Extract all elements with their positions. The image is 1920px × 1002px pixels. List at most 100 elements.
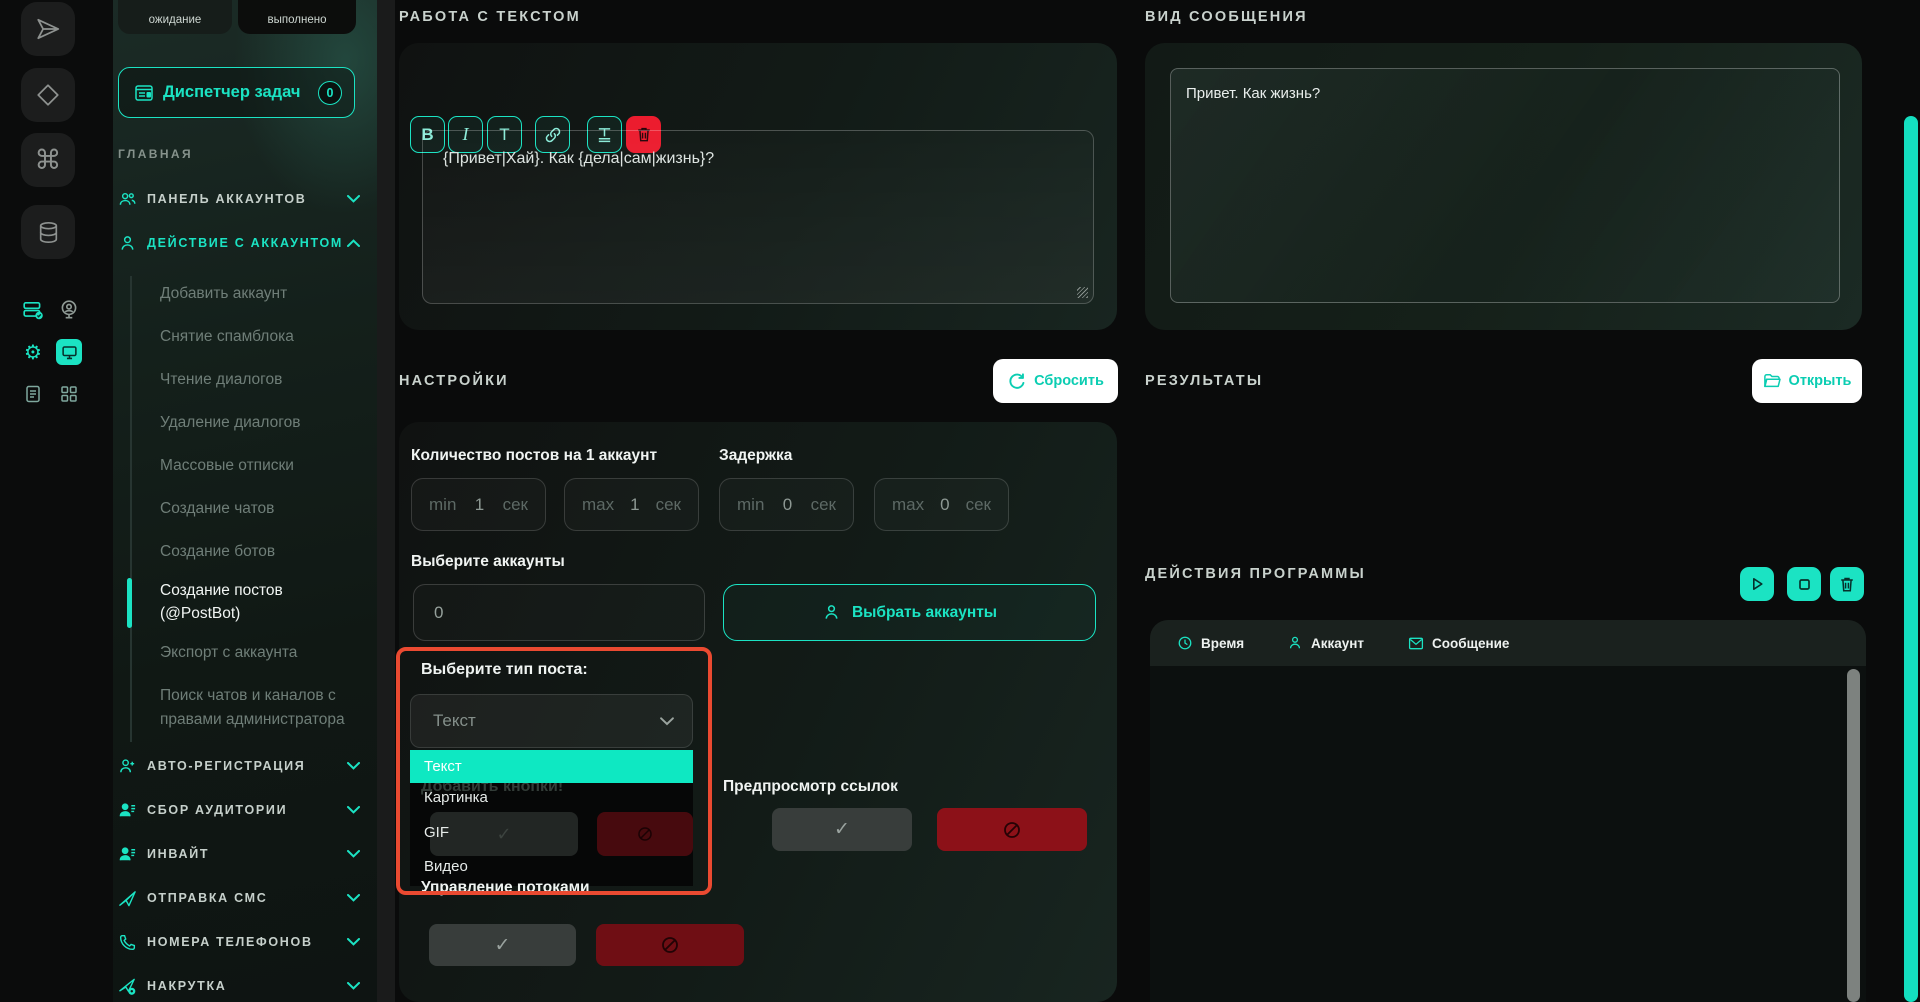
status-card-waiting[interactable]: ожидание [118,0,232,34]
submenu-item-add-account[interactable]: Добавить аккаунт [160,282,372,306]
input-value: 1 [630,495,639,515]
spintax-text: {Привет|Хай}. Как {дела|сам|жизнь}? [443,150,714,167]
page-scrollbar[interactable] [1904,116,1918,1002]
message-view-title: ВИД СООБЩЕНИЯ [1145,9,1308,25]
submenu-item-create-posts[interactable]: Создание постов (@PostBot) [160,579,335,625]
stop-icon [1797,577,1812,592]
submenu-item-spamblock[interactable]: Снятие спамблока [160,325,372,349]
folder-icon [1763,373,1781,389]
column-label: Аккаунт [1311,636,1364,651]
submenu-item-create-chats[interactable]: Создание чатов [160,497,372,521]
results-title: РЕЗУЛЬТАТЫ [1145,373,1263,389]
link-preview-off-button[interactable] [937,808,1087,851]
grid-icon[interactable] [56,381,82,407]
task-manager-button[interactable]: Диспетчер задач 0 [118,67,355,118]
sidebar-item-phone-numbers[interactable]: НОМЕРА ТЕЛЕФОНОВ [118,930,360,954]
text-work-card: B I T {Привет|Хай}. Как {дела|сам|жизнь}… [399,43,1117,330]
server-check-icon[interactable] [20,297,46,323]
status-card-done[interactable]: выполнено [238,0,356,34]
user-list-icon [118,801,137,820]
gear-icon[interactable]: ⚙ [20,339,46,365]
sidebar: ожидание выполнено Диспетчер задач 0 ГЛА… [113,0,377,1002]
link-preview-on-button[interactable]: ✓ [772,808,912,851]
reset-button[interactable]: Сбросить [993,359,1118,403]
icon-rail: ⌘ ⚙ [0,0,113,1002]
spintax-textarea[interactable]: {Привет|Хай}. Как {дела|сам|жизнь}? [422,130,1094,304]
database-icon[interactable] [21,205,75,259]
input-prefix: max [582,495,614,515]
posts-min-input[interactable]: min 1 сек [411,478,546,531]
envelope-icon [1408,636,1424,651]
open-label: Открыть [1789,373,1852,389]
text-work-title: РАБОТА С ТЕКСТОМ [399,9,581,25]
annotation-red-box [396,647,712,895]
posts-max-input[interactable]: max 1 сек [564,478,699,531]
app-root: ⌘ ⚙ ожидание выполнено [0,0,1920,1002]
check-icon: ✓ [834,818,850,841]
submenu-item-create-bots[interactable]: Создание ботов [160,540,372,564]
paper-plane-icon [118,889,137,908]
document-icon[interactable] [20,381,46,407]
sidebar-scroll-gutter[interactable] [377,0,395,1002]
sidebar-item-audience-collect[interactable]: СБОР АУДИТОРИИ [118,798,360,822]
accounts-count-input[interactable]: 0 [413,584,705,641]
sidebar-item-label: НОМЕРА ТЕЛЕФОНОВ [147,935,313,949]
submenu-item-search-chats[interactable]: Поиск чатов и каналов с правами админист… [160,684,378,732]
submenu-item-delete-dialogs[interactable]: Удаление диалогов [160,411,372,435]
chevron-down-icon [347,845,360,863]
chevron-up-icon [347,234,360,252]
sidebar-item-accounts-panel[interactable]: ПАНЕЛЬ АККАУНТОВ [118,187,360,211]
input-unit: сек [656,495,681,515]
program-actions-title: ДЕЙСТВИЯ ПРОГРАММЫ [1145,566,1366,582]
sidebar-item-boosting[interactable]: НАКРУТКА [118,974,360,998]
plane-plus-icon [118,977,137,996]
message-preview-text: Привет. Как жизнь? [1186,85,1320,102]
chevron-down-icon [347,757,360,775]
posts-per-account-label: Количество постов на 1 аккаунт [411,447,657,465]
monitor-icon[interactable] [56,339,82,365]
sidebar-item-send-sms[interactable]: ОТПРАВКА СМС [118,886,360,910]
input-value: 0 [783,495,792,515]
section-label-main: ГЛАВНАЯ [118,147,193,161]
user-list-icon [118,845,137,864]
table-scrollbar[interactable] [1847,669,1860,1002]
sidebar-item-label: СБОР АУДИТОРИИ [147,803,287,817]
submenu-item-mass-unsub[interactable]: Массовые отписки [160,454,372,478]
user-plus-icon [118,757,137,776]
submenu-item-export-account[interactable]: Экспорт с аккаунта [160,641,372,665]
user-icon [118,234,137,253]
threads-block-button[interactable] [596,924,744,966]
diamond-icon[interactable] [21,68,75,122]
send-icon[interactable] [21,2,75,56]
trash-icon [1839,576,1855,593]
command-icon[interactable]: ⌘ [21,133,75,187]
resize-handle-icon[interactable] [1077,287,1088,298]
open-results-button[interactable]: Открыть [1752,359,1862,403]
input-prefix: min [737,495,764,515]
input-value: 0 [940,495,949,515]
link-preview-label: Предпросмотр ссылок [723,778,898,796]
threads-confirm-button[interactable]: ✓ [429,924,576,966]
delay-max-input[interactable]: max 0 сек [874,478,1009,531]
submenu-item-read-dialogs[interactable]: Чтение диалогов [160,368,372,392]
sidebar-item-invite[interactable]: ИНВАЙТ [118,842,360,866]
choose-accounts-button[interactable]: Выбрать аккаунты [723,584,1096,641]
start-button[interactable] [1740,567,1774,601]
input-unit: сек [503,495,528,515]
clear-log-button[interactable] [1830,567,1864,601]
column-time: Время [1177,620,1244,666]
sidebar-item-label: ПАНЕЛЬ АККАУНТОВ [147,192,307,206]
column-label: Сообщение [1432,636,1509,651]
input-unit: сек [966,495,991,515]
delay-min-input[interactable]: min 0 сек [719,478,854,531]
sidebar-item-account-action[interactable]: ДЕЙСТВИЕ С АККАУНТОМ [118,231,360,255]
status-waiting-label: ожидание [149,14,202,26]
stop-button[interactable] [1787,567,1821,601]
user-badge-icon[interactable] [56,297,82,323]
submenu-guide-line [130,276,132,742]
sidebar-item-label: ОТПРАВКА СМС [147,891,267,905]
choose-accounts-label: Выбрать аккаунты [852,604,997,622]
task-manager-icon [134,83,154,103]
sidebar-item-label: ДЕЙСТВИЕ С АККАУНТОМ [147,236,343,250]
sidebar-item-auto-registration[interactable]: АВТО-РЕГИСТРАЦИЯ [118,754,360,778]
